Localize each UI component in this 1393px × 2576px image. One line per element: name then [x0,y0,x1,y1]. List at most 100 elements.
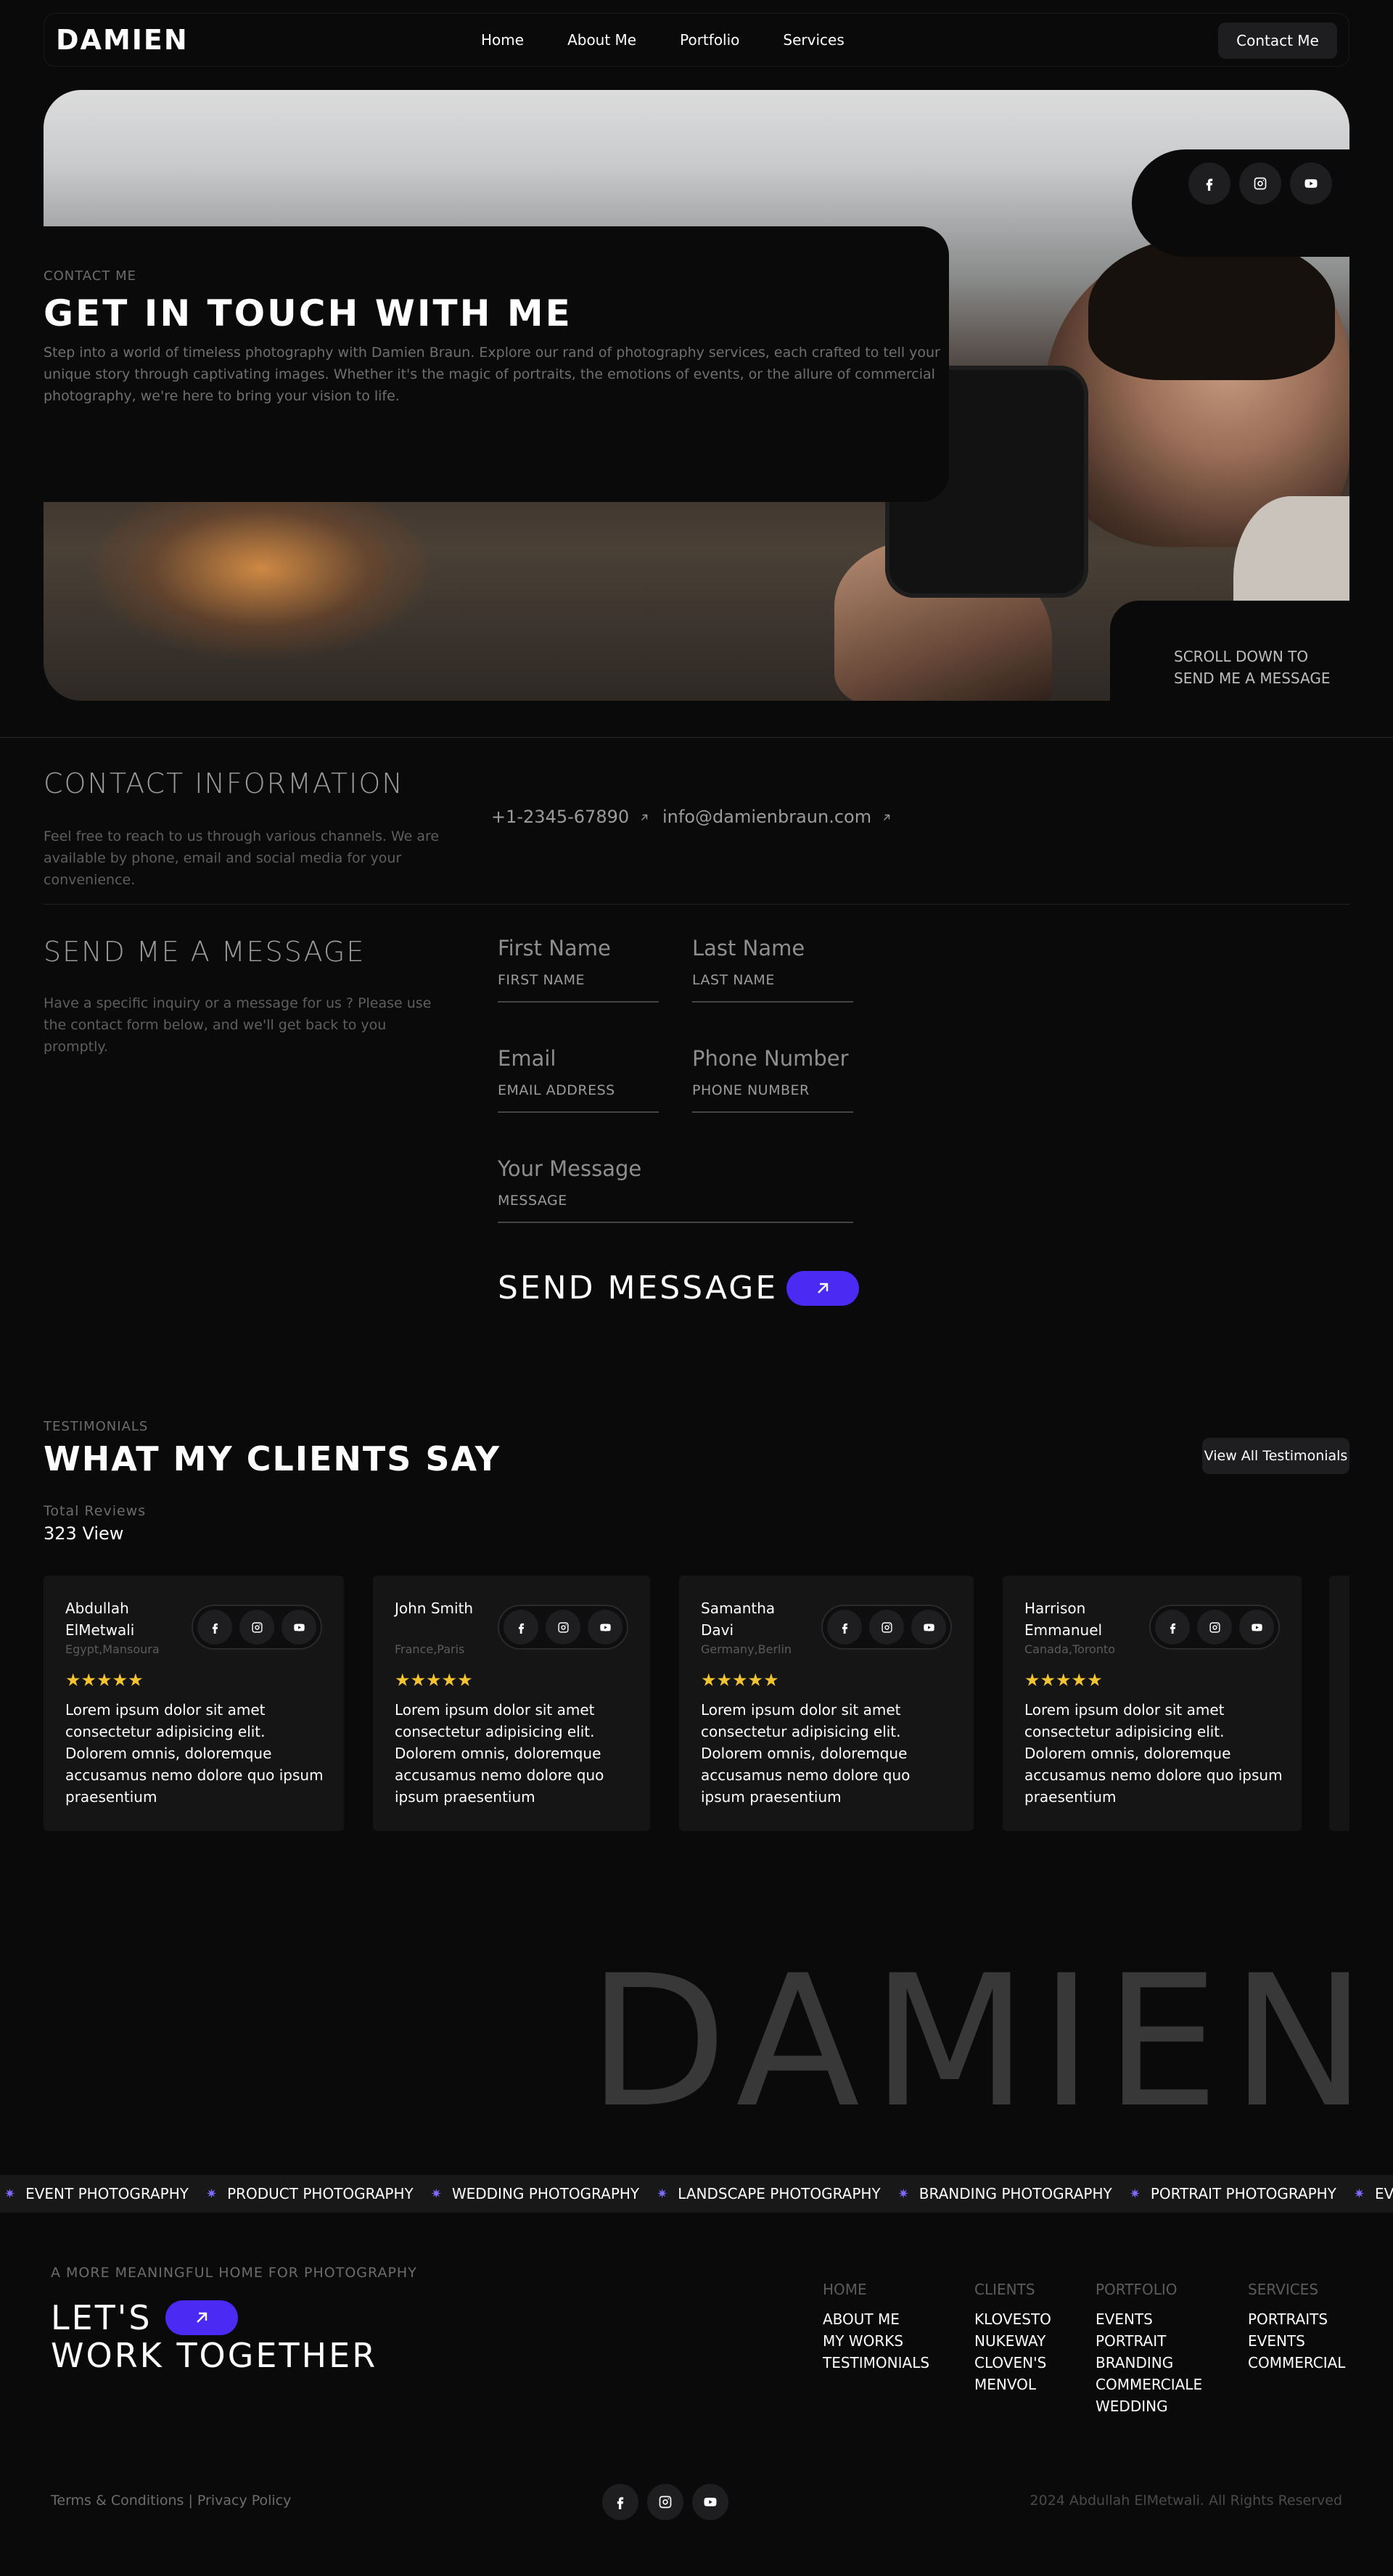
youtube-icon[interactable] [692,2484,728,2520]
sparkle-icon: ✷ [430,2186,442,2202]
client-social-links [498,1605,628,1650]
instagram-icon[interactable] [869,1610,904,1645]
nav-services[interactable]: Services [783,31,844,49]
message-label: Your Message [498,1156,642,1181]
testimonials-title: WHAT MY CLIENTS SAY [44,1439,501,1478]
last-name-label: Last Name [692,936,805,960]
footer-social-links [602,2484,728,2520]
facebook-icon[interactable] [504,1610,538,1645]
footer-link[interactable]: NUKEWAY [974,2330,1051,2352]
send-message-button[interactable]: SEND MESSAGE [498,1270,860,1306]
divider [44,904,1349,905]
footer-column-heading: HOME [823,2281,867,2298]
testimonial-text: Lorem ipsum dolor sit amet consectetur a… [395,1701,604,1806]
message-description: Have a specific inquiry or a message for… [44,995,432,1055]
footer-link[interactable]: KLOVESTO [974,2308,1051,2330]
last-name-input[interactable]: LAST NAME [692,969,853,1003]
hero-text: CONTACT ME GET IN TOUCH WITH ME Step int… [44,268,943,407]
total-reviews-label: Total Reviews [44,1503,147,1519]
footer-link[interactable]: EVENTS [1096,2308,1202,2330]
footer-link[interactable]: COMMERCIAL [1248,2352,1345,2374]
client-location: France,Paris [395,1642,465,1656]
email-link[interactable]: info@damienbraun.com [662,807,892,827]
instagram-icon[interactable] [1197,1610,1232,1645]
sparkle-icon: ✷ [4,2186,16,2202]
phone-link[interactable]: +1-2345-67890 [491,807,649,827]
first-name-input[interactable]: FIRST NAME [498,969,659,1003]
facebook-icon[interactable] [602,2484,638,2520]
contact-me-button[interactable]: Contact Me [1218,22,1337,59]
sparkle-icon: ✷ [1353,2186,1365,2202]
footer-link[interactable]: EVENTS [1248,2330,1345,2352]
brand-watermark: DAMIEN [588,1936,1378,2147]
footer-link[interactable]: COMMERCIALE [1096,2374,1202,2395]
message-input[interactable]: MESSAGE [498,1190,853,1223]
youtube-icon[interactable] [1290,162,1332,205]
youtube-icon[interactable] [911,1610,946,1645]
instagram-icon[interactable] [546,1610,580,1645]
email-address: info@damienbraun.com [662,807,872,827]
phone-input[interactable]: PHONE NUMBER [692,1079,853,1113]
footer-link[interactable]: PORTRAIT [1096,2330,1202,2352]
phone-number: +1-2345-67890 [491,807,630,827]
footer-link[interactable]: BRANDING [1096,2352,1202,2374]
contact-info-description: Feel free to reach to us through various… [44,828,440,888]
facebook-icon[interactable] [197,1610,232,1645]
email-input[interactable]: EMAIL ADDRESS [498,1079,659,1113]
client-social-links [192,1605,322,1650]
arrow-up-right-icon [786,1270,860,1306]
footer-link[interactable]: CLOVEN'S [974,2352,1051,2374]
facebook-icon[interactable] [1155,1610,1190,1645]
marquee-item: EVENT PHOTOGRAPHY [1375,2185,1393,2202]
instagram-icon[interactable] [239,1610,274,1645]
sparkle-icon: ✷ [897,2186,909,2202]
footer-link[interactable]: ABOUT ME [823,2308,929,2330]
testimonial-text: Lorem ipsum dolor sit amet consectetur a… [65,1701,324,1806]
footer-column-portfolio: PORTFOLIO EVENTS PORTRAIT BRANDING COMME… [1096,2281,1202,2417]
marquee-item: LANDSCAPE PHOTOGRAPHY [678,2185,881,2202]
footer-eyebrow: A MORE MEANINGFUL HOME FOR PHOTOGRAPHY [51,2265,417,2281]
client-name: Harrison Emmanuel [1024,1600,1103,1639]
footer-link[interactable]: TESTIMONIALS [823,2352,929,2374]
footer-link[interactable]: MY WORKS [823,2330,929,2352]
facebook-icon[interactable] [827,1610,862,1645]
legal-links[interactable]: Terms & Conditions | Privacy Policy [51,2493,291,2509]
youtube-icon[interactable] [1239,1610,1274,1645]
footer-link[interactable]: MENVOL [974,2374,1051,2395]
sparkle-icon: ✷ [1129,2186,1141,2202]
footer-link[interactable]: WEDDING [1096,2395,1202,2417]
client-name: Abdullah ElMetwali [65,1600,135,1639]
youtube-icon[interactable] [282,1610,316,1645]
send-message-label: SEND MESSAGE [498,1270,778,1306]
footer-column-heading: CLIENTS [974,2281,1035,2298]
client-name: Samantha Davi [701,1600,776,1639]
facebook-icon[interactable] [1188,162,1230,205]
testimonial-text: Lorem ipsum dolor sit amet consectetur a… [701,1701,911,1806]
instagram-icon[interactable] [1239,162,1281,205]
client-social-links [821,1605,952,1650]
youtube-icon[interactable] [588,1610,622,1645]
footer-column-services: SERVICES PORTRAITS EVENTS COMMERCIAL [1248,2281,1345,2374]
first-name-field: First Name FIRST NAME [498,936,659,1003]
lets-work-cta[interactable]: LET'S [51,2298,238,2337]
external-arrow-icon [882,812,892,823]
hero-eyebrow: CONTACT ME [44,268,136,284]
phone-label: Phone Number [692,1046,849,1071]
photographer-hair [1088,235,1335,380]
star-rating: ★★★★★ [65,1670,144,1690]
logo[interactable]: DAMIEN [56,24,189,56]
nav-home[interactable]: Home [481,31,524,49]
marquee-item: EVENT PHOTOGRAPHY [25,2185,189,2202]
view-all-testimonials-button[interactable]: View All Testimonials [1202,1438,1349,1474]
sparkle-icon: ✷ [205,2186,218,2202]
hero-social-links [1188,162,1332,205]
marquee-item: WEDDING PHOTOGRAPHY [451,2185,640,2202]
scroll-hint: SCROLL DOWN TO SEND ME A MESSAGE [1174,648,1331,687]
nav-portfolio[interactable]: Portfolio [680,31,739,49]
nav-about[interactable]: About Me [567,31,636,49]
client-location: Canada,Toronto [1024,1642,1116,1656]
instagram-icon[interactable] [647,2484,683,2520]
footer-link[interactable]: PORTRAITS [1248,2308,1345,2330]
marquee-item: BRANDING PHOTOGRAPHY [919,2185,1112,2202]
total-reviews-value: 323 View [44,1523,124,1544]
